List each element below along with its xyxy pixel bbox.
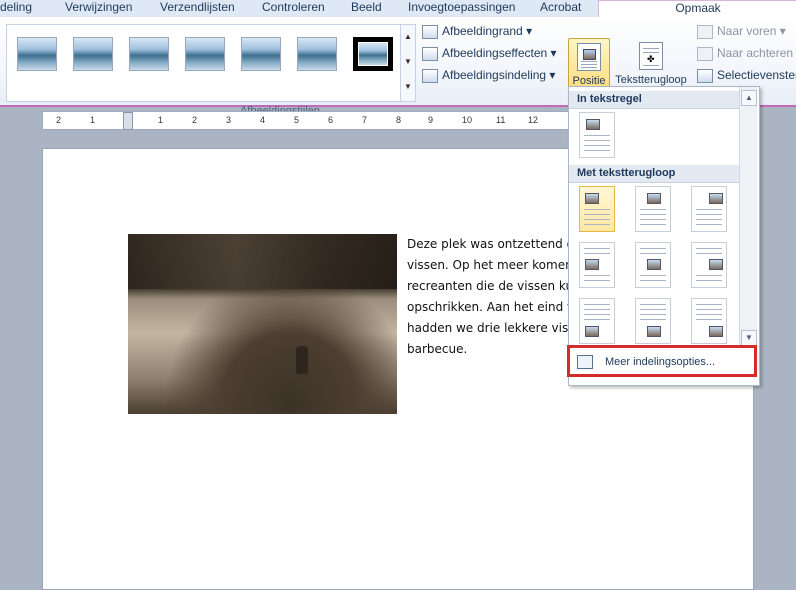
style-thumbnail[interactable]	[17, 37, 57, 71]
selectievenster-button[interactable]: Selectievenster	[697, 65, 796, 85]
picture-styles-gallery	[6, 24, 408, 102]
naar-voren-label: Naar voren	[717, 24, 777, 38]
indent-marker[interactable]	[123, 112, 133, 130]
photo-treeline	[128, 234, 397, 289]
ruler-tick: 11	[496, 115, 506, 125]
meer-indelingsopties-item[interactable]: Meer indelingsopties...	[567, 345, 757, 377]
position-option-middle-right[interactable]	[691, 242, 727, 288]
tab-acrobat[interactable]: Acrobat	[540, 0, 581, 17]
ruler-tick: 2	[56, 115, 62, 125]
scroll-up-icon[interactable]: ▲	[741, 90, 757, 106]
gallery-up-icon[interactable]: ▲	[401, 25, 415, 49]
style-thumbnail[interactable]	[73, 37, 113, 71]
positie-dropdown: In tekstregel Met tekstterugloop ▲ ▼ Mee…	[567, 86, 760, 386]
ribbon-tab-bar: deling Verwijzingen Verzendlijsten Contr…	[0, 0, 796, 19]
selection-pane-icon	[697, 68, 713, 83]
ruler-tick: 10	[462, 115, 473, 125]
naar-achteren-label: Naar achteren	[717, 46, 794, 60]
pen-icon	[422, 24, 438, 39]
afbeeldingsrand-button[interactable]: Afbeeldingrand ▾	[422, 21, 532, 41]
photo-fisherman	[296, 346, 308, 374]
dropdown-scrollbar[interactable]: ▲ ▼	[739, 87, 757, 346]
tab-beeld[interactable]: Beeld	[351, 0, 382, 17]
style-thumbnail[interactable]	[129, 37, 169, 71]
position-option-top-left[interactable]	[579, 186, 615, 232]
position-option-bottom-right[interactable]	[691, 298, 727, 344]
ruler-tick: 7	[362, 115, 368, 125]
tab-verwijzingen[interactable]: Verwijzingen	[65, 0, 132, 17]
layout-options-icon	[577, 355, 593, 369]
send-backward-icon	[697, 46, 713, 61]
section-in-tekstregel: In tekstregel	[569, 91, 747, 109]
position-option-middle-left[interactable]	[579, 242, 615, 288]
ruler-tick: 9	[428, 115, 434, 125]
scroll-down-icon[interactable]: ▼	[741, 330, 757, 346]
position-option-bottom-center[interactable]	[635, 298, 671, 344]
text-wrap-icon: ✤	[639, 42, 663, 70]
style-thumbnail[interactable]	[185, 37, 225, 71]
ruler-tick: 2	[192, 115, 198, 125]
position-option-top-right[interactable]	[691, 186, 727, 232]
afbeeldingseffecten-label: Afbeeldingseffecten	[442, 46, 548, 60]
tab-controleren[interactable]: Controleren	[262, 0, 325, 17]
style-thumbnail[interactable]	[297, 37, 337, 71]
gallery-down-icon[interactable]: ▼	[401, 50, 415, 74]
ruler-tick: 1	[90, 115, 96, 125]
ruler-tick: 4	[260, 115, 266, 125]
naar-voren-button[interactable]: Naar voren ▾	[697, 21, 786, 41]
layout-icon	[422, 68, 438, 83]
bring-forward-icon	[697, 24, 713, 39]
ruler-tick: 5	[294, 115, 300, 125]
ruler-tick: 12	[528, 115, 539, 125]
gallery-scrollbar[interactable]: ▲ ▼ ▼	[400, 24, 416, 102]
afbeeldingsindeling-button[interactable]: Afbeeldingsindeling ▾	[422, 65, 555, 85]
effects-icon	[422, 46, 438, 61]
ruler-tick: 8	[396, 115, 402, 125]
position-option-top-center[interactable]	[635, 186, 671, 232]
style-thumbnail[interactable]	[241, 37, 281, 71]
afbeeldingseffecten-button[interactable]: Afbeeldingseffecten ▾	[422, 43, 557, 63]
ruler-tick: 3	[226, 115, 232, 125]
paragraph-text[interactable]: Deze plek was ontzettend go vissen. Op h…	[407, 234, 577, 360]
horizontal-ruler[interactable]: 2 1 1 2 3 4 5 6 7 8 9 10 11 12	[42, 111, 574, 130]
gallery-more-icon[interactable]: ▼	[401, 75, 415, 99]
afbeeldingsindeling-label: Afbeeldingsindeling	[442, 68, 547, 82]
section-met-tekstterugloop: Met tekstterugloop	[569, 165, 747, 183]
tab-indeling[interactable]: deling	[0, 0, 32, 17]
meer-indelingsopties-label: Meer indelingsopties...	[605, 356, 716, 368]
naar-achteren-button[interactable]: Naar achteren ▾	[697, 43, 796, 63]
position-option-bottom-left[interactable]	[579, 298, 615, 344]
position-option-middle-center[interactable]	[635, 242, 671, 288]
selectievenster-label: Selectievenster	[717, 68, 796, 82]
tab-verzendlijsten[interactable]: Verzendlijsten	[160, 0, 235, 17]
position-icon	[577, 43, 601, 71]
ruler-tick: 1	[158, 115, 164, 125]
position-option-inline[interactable]	[579, 112, 615, 158]
ruler-tick: 6	[328, 115, 334, 125]
style-thumbnail-selected[interactable]	[353, 37, 393, 71]
tab-invoegtoepassingen[interactable]: Invoegtoepassingen	[408, 0, 515, 17]
afbeeldingsrand-label: Afbeeldingrand	[442, 24, 523, 38]
inserted-photo[interactable]	[128, 234, 397, 414]
